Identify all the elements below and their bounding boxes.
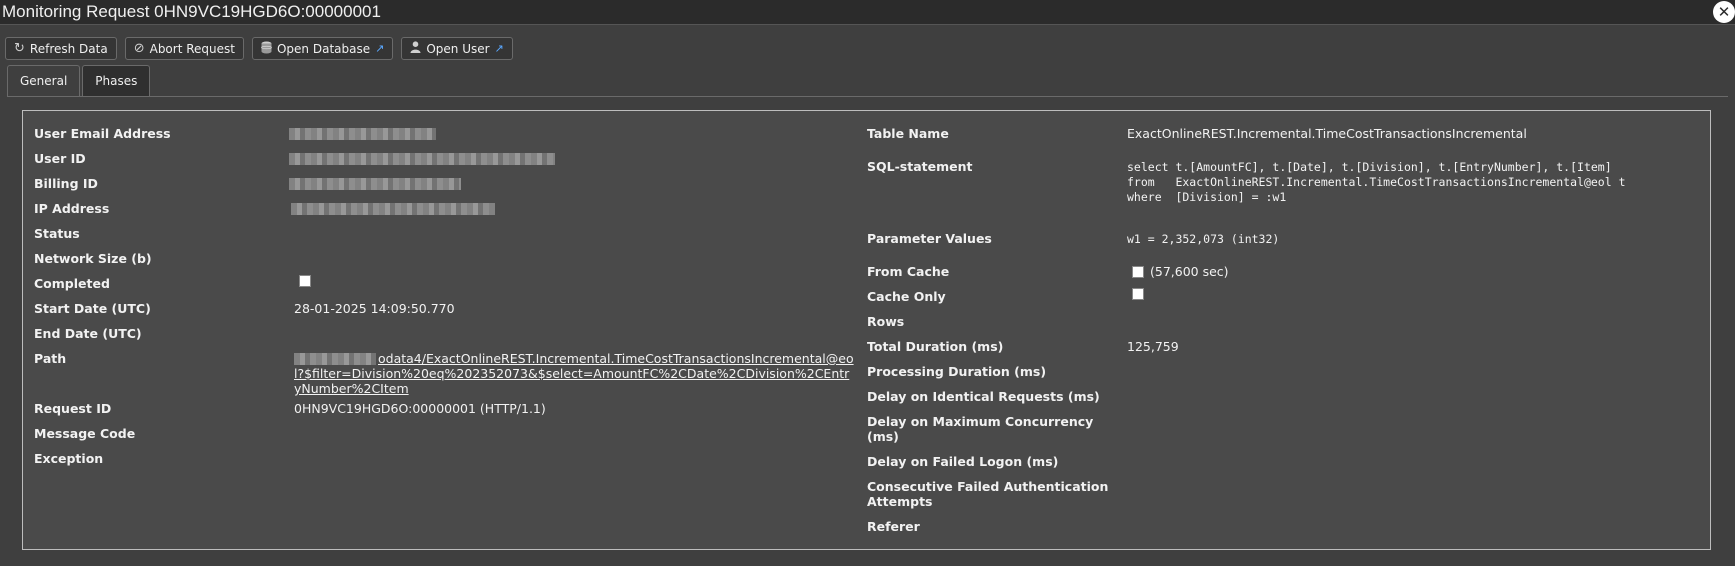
delay-max-concurrency-label: Delay on Maximum Concurrency (ms) bbox=[867, 414, 1094, 444]
completed-label: Completed bbox=[34, 276, 110, 291]
referer-label: Referer bbox=[867, 519, 920, 534]
ban-icon: ⊘ bbox=[133, 41, 145, 56]
user-email-label: User Email Address bbox=[34, 126, 171, 141]
tab-phases[interactable]: Phases bbox=[82, 65, 151, 96]
request-details-panel: User Email Address User ID Billing ID IP… bbox=[22, 110, 1711, 550]
delay-identical-requests-label: Delay on Identical Requests (ms) bbox=[867, 389, 1100, 404]
tab-bar: General Phases bbox=[7, 65, 151, 96]
toolbar: ↻ Refresh Data ⊘ Abort Request Open Data… bbox=[5, 37, 513, 60]
from-cache-note: (57,600 sec) bbox=[1150, 264, 1229, 279]
table-name-label: Table Name bbox=[867, 126, 949, 141]
cache-only-checkbox[interactable] bbox=[1132, 288, 1144, 300]
table-name-value: ExactOnlineREST.Incremental.TimeCostTran… bbox=[1127, 126, 1527, 141]
sql-statement-label: SQL-statement bbox=[867, 159, 973, 174]
ip-address-label: IP Address bbox=[34, 201, 110, 216]
user-id-label: User ID bbox=[34, 151, 86, 166]
path-link[interactable]: odata4/ExactOnlineREST.Incremental.TimeC… bbox=[294, 351, 854, 396]
billing-id-label: Billing ID bbox=[34, 176, 98, 191]
refresh-data-button[interactable]: ↻ Refresh Data bbox=[5, 37, 117, 60]
from-cache-label: From Cache bbox=[867, 264, 950, 279]
billing-id-redacted bbox=[289, 178, 461, 190]
completed-checkbox[interactable] bbox=[299, 275, 311, 287]
total-duration-value: 125,759 bbox=[1127, 339, 1179, 354]
parameter-values-value: w1 = 2,352,073 (int32) bbox=[1127, 232, 1280, 246]
ip-address-redacted bbox=[291, 203, 495, 215]
abort-request-button[interactable]: ⊘ Abort Request bbox=[124, 37, 244, 60]
cache-only-label: Cache Only bbox=[867, 289, 946, 304]
from-cache-checkbox[interactable] bbox=[1132, 266, 1144, 278]
start-date-value: 28-01-2025 14:09:50.770 bbox=[294, 301, 455, 316]
open-user-label: Open User bbox=[426, 41, 490, 56]
network-size-label: Network Size (b) bbox=[34, 251, 152, 266]
request-id-label: Request ID bbox=[34, 401, 112, 416]
open-database-label: Open Database bbox=[276, 41, 371, 56]
window-title: Monitoring Request 0HN9VC19HGD6O:0000000… bbox=[2, 2, 381, 21]
refresh-data-label: Refresh Data bbox=[29, 41, 108, 56]
delay-failed-logon-label: Delay on Failed Logon (ms) bbox=[867, 454, 1059, 469]
open-user-button[interactable]: Open User ↗ bbox=[401, 37, 513, 60]
title-bar: Monitoring Request 0HN9VC19HGD6O:0000000… bbox=[0, 0, 1735, 25]
total-duration-label: Total Duration (ms) bbox=[867, 339, 1004, 354]
path-label: Path bbox=[34, 351, 67, 366]
abort-request-label: Abort Request bbox=[149, 41, 235, 56]
consecutive-failed-auth-label: Consecutive Failed Authentication Attemp… bbox=[867, 479, 1109, 509]
processing-duration-label: Processing Duration (ms) bbox=[867, 364, 1047, 379]
user-id-redacted bbox=[289, 153, 555, 165]
monitoring-request-window: Monitoring Request 0HN9VC19HGD6O:0000000… bbox=[0, 0, 1735, 566]
refresh-icon: ↻ bbox=[14, 41, 25, 56]
tab-general[interactable]: General bbox=[7, 65, 81, 96]
close-icon[interactable]: ✕ bbox=[1713, 1, 1735, 23]
user-icon bbox=[410, 41, 421, 56]
request-id-value: 0HN9VC19HGD6O:00000001 (HTTP/1.1) bbox=[294, 401, 546, 416]
status-label: Status bbox=[34, 226, 80, 241]
external-link-icon: ↗ bbox=[494, 42, 504, 55]
external-link-icon: ↗ bbox=[375, 42, 385, 55]
user-email-redacted bbox=[289, 128, 436, 140]
tab-general-label: General bbox=[20, 74, 68, 88]
open-database-button[interactable]: Open Database ↗ bbox=[251, 37, 394, 60]
sql-statement-value: select t.[AmountFC], t.[Date], t.[Divisi… bbox=[1127, 160, 1626, 204]
start-date-label: Start Date (UTC) bbox=[34, 301, 151, 316]
tab-phases-label: Phases bbox=[95, 74, 138, 88]
rows-label: Rows bbox=[867, 314, 905, 329]
parameter-values-label: Parameter Values bbox=[867, 231, 992, 246]
exception-label: Exception bbox=[34, 451, 104, 466]
end-date-label: End Date (UTC) bbox=[34, 326, 142, 341]
message-code-label: Message Code bbox=[34, 426, 136, 441]
database-icon bbox=[261, 41, 272, 57]
